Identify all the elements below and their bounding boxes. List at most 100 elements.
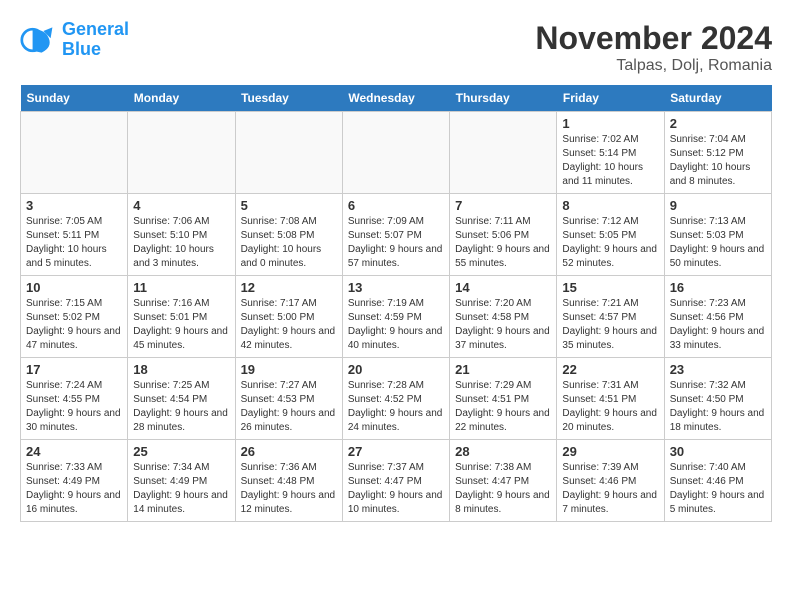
calendar-cell bbox=[342, 112, 449, 194]
day-info: Sunrise: 7:37 AM Sunset: 4:47 PM Dayligh… bbox=[348, 461, 444, 517]
calendar-table: SundayMondayTuesdayWednesdayThursdayFrid… bbox=[20, 85, 772, 522]
calendar-cell: 27 Sunrise: 7:37 AM Sunset: 4:47 PM Dayli… bbox=[342, 440, 449, 522]
title-section: November 2024 Talpas, Dolj, Romania bbox=[535, 20, 772, 75]
day-header-tuesday: Tuesday bbox=[235, 85, 342, 112]
day-info: Sunrise: 7:25 AM Sunset: 4:54 PM Dayligh… bbox=[133, 379, 229, 435]
day-info: Sunrise: 7:21 AM Sunset: 4:57 PM Dayligh… bbox=[562, 297, 658, 353]
month-title: November 2024 bbox=[535, 20, 772, 57]
day-info: Sunrise: 7:39 AM Sunset: 4:46 PM Dayligh… bbox=[562, 461, 658, 517]
calendar-cell: 25Sunrise: 7:34 AM Sunset: 4:49 PM Dayli… bbox=[128, 440, 235, 522]
day-number: 30 bbox=[670, 444, 766, 459]
day-info: Sunrise: 7:20 AM Sunset: 4:58 PM Dayligh… bbox=[455, 297, 551, 353]
logo: General Blue bbox=[20, 20, 129, 60]
day-number: 23 bbox=[670, 362, 766, 377]
logo-line1: General bbox=[62, 19, 129, 39]
day-info: Sunrise: 7:06 AM Sunset: 5:10 PM Dayligh… bbox=[133, 215, 229, 271]
day-info: Sunrise: 7:15 AM Sunset: 5:02 PM Dayligh… bbox=[26, 297, 122, 353]
day-number: 24 bbox=[26, 444, 122, 459]
day-number: 18 bbox=[133, 362, 229, 377]
day-number: 13 bbox=[348, 280, 444, 295]
calendar-week-row: 3 Sunrise: 7:05 AM Sunset: 5:11 PM Daylig… bbox=[21, 194, 772, 276]
logo-text: General Blue bbox=[62, 20, 129, 60]
calendar-cell: 18 Sunrise: 7:25 AM Sunset: 4:54 PM Dayli… bbox=[128, 358, 235, 440]
calendar-cell: 3 Sunrise: 7:05 AM Sunset: 5:11 PM Daylig… bbox=[21, 194, 128, 276]
day-header-wednesday: Wednesday bbox=[342, 85, 449, 112]
day-info: Sunrise: 7:13 AM Sunset: 5:03 PM Dayligh… bbox=[670, 215, 766, 271]
day-info: Sunrise: 7:34 AM Sunset: 4:49 PM Dayligh… bbox=[133, 461, 229, 517]
calendar-cell: 8 Sunrise: 7:12 AM Sunset: 5:05 PM Daylig… bbox=[557, 194, 664, 276]
calendar-cell: 2 Sunrise: 7:04 AM Sunset: 5:12 PM Daylig… bbox=[664, 112, 771, 194]
calendar-cell: 6 Sunrise: 7:09 AM Sunset: 5:07 PM Daylig… bbox=[342, 194, 449, 276]
day-number: 10 bbox=[26, 280, 122, 295]
calendar-cell: 9Sunrise: 7:13 AM Sunset: 5:03 PM Daylig… bbox=[664, 194, 771, 276]
day-number: 6 bbox=[348, 198, 444, 213]
day-number: 22 bbox=[562, 362, 658, 377]
day-info: Sunrise: 7:27 AM Sunset: 4:53 PM Dayligh… bbox=[241, 379, 337, 435]
day-info: Sunrise: 7:36 AM Sunset: 4:48 PM Dayligh… bbox=[241, 461, 337, 517]
calendar-cell bbox=[235, 112, 342, 194]
calendar-cell: 26 Sunrise: 7:36 AM Sunset: 4:48 PM Dayli… bbox=[235, 440, 342, 522]
day-info: Sunrise: 7:38 AM Sunset: 4:47 PM Dayligh… bbox=[455, 461, 551, 517]
calendar-cell: 23Sunrise: 7:32 AM Sunset: 4:50 PM Dayli… bbox=[664, 358, 771, 440]
day-number: 20 bbox=[348, 362, 444, 377]
day-number: 8 bbox=[562, 198, 658, 213]
calendar-cell: 22Sunrise: 7:31 AM Sunset: 4:51 PM Dayli… bbox=[557, 358, 664, 440]
day-number: 21 bbox=[455, 362, 551, 377]
day-info: Sunrise: 7:28 AM Sunset: 4:52 PM Dayligh… bbox=[348, 379, 444, 435]
calendar-cell: 30 Sunrise: 7:40 AM Sunset: 4:46 PM Dayli… bbox=[664, 440, 771, 522]
day-number: 5 bbox=[241, 198, 337, 213]
calendar-cell: 19 Sunrise: 7:27 AM Sunset: 4:53 PM Dayli… bbox=[235, 358, 342, 440]
day-header-sunday: Sunday bbox=[21, 85, 128, 112]
calendar-cell: 5Sunrise: 7:08 AM Sunset: 5:08 PM Daylig… bbox=[235, 194, 342, 276]
day-number: 26 bbox=[241, 444, 337, 459]
calendar-cell: 29 Sunrise: 7:39 AM Sunset: 4:46 PM Dayli… bbox=[557, 440, 664, 522]
calendar-cell bbox=[450, 112, 557, 194]
day-number: 3 bbox=[26, 198, 122, 213]
calendar-cell: 28 Sunrise: 7:38 AM Sunset: 4:47 PM Dayli… bbox=[450, 440, 557, 522]
day-number: 29 bbox=[562, 444, 658, 459]
day-info: Sunrise: 7:02 AM Sunset: 5:14 PM Dayligh… bbox=[562, 133, 658, 189]
day-number: 17 bbox=[26, 362, 122, 377]
logo-line2: Blue bbox=[62, 39, 101, 59]
calendar-cell: 21 Sunrise: 7:29 AM Sunset: 4:51 PM Dayli… bbox=[450, 358, 557, 440]
day-header-thursday: Thursday bbox=[450, 85, 557, 112]
day-number: 19 bbox=[241, 362, 337, 377]
calendar-cell: 11Sunrise: 7:16 AM Sunset: 5:01 PM Dayli… bbox=[128, 276, 235, 358]
calendar-cell: 12 Sunrise: 7:17 AM Sunset: 5:00 PM Dayli… bbox=[235, 276, 342, 358]
day-info: Sunrise: 7:12 AM Sunset: 5:05 PM Dayligh… bbox=[562, 215, 658, 271]
day-info: Sunrise: 7:17 AM Sunset: 5:00 PM Dayligh… bbox=[241, 297, 337, 353]
logo-icon bbox=[20, 22, 56, 58]
calendar-week-row: 10 Sunrise: 7:15 AM Sunset: 5:02 PM Dayli… bbox=[21, 276, 772, 358]
day-info: Sunrise: 7:29 AM Sunset: 4:51 PM Dayligh… bbox=[455, 379, 551, 435]
day-number: 12 bbox=[241, 280, 337, 295]
calendar-header-row: SundayMondayTuesdayWednesdayThursdayFrid… bbox=[21, 85, 772, 112]
calendar-cell bbox=[21, 112, 128, 194]
day-info: Sunrise: 7:24 AM Sunset: 4:55 PM Dayligh… bbox=[26, 379, 122, 435]
location-title: Talpas, Dolj, Romania bbox=[535, 57, 772, 75]
day-info: Sunrise: 7:05 AM Sunset: 5:11 PM Dayligh… bbox=[26, 215, 122, 271]
page-header: General Blue November 2024 Talpas, Dolj,… bbox=[20, 20, 772, 75]
calendar-week-row: 1 Sunrise: 7:02 AM Sunset: 5:14 PM Daylig… bbox=[21, 112, 772, 194]
calendar-cell: 17 Sunrise: 7:24 AM Sunset: 4:55 PM Dayli… bbox=[21, 358, 128, 440]
day-number: 14 bbox=[455, 280, 551, 295]
day-number: 7 bbox=[455, 198, 551, 213]
calendar-cell: 13Sunrise: 7:19 AM Sunset: 4:59 PM Dayli… bbox=[342, 276, 449, 358]
calendar-week-row: 24Sunrise: 7:33 AM Sunset: 4:49 PM Dayli… bbox=[21, 440, 772, 522]
day-info: Sunrise: 7:40 AM Sunset: 4:46 PM Dayligh… bbox=[670, 461, 766, 517]
day-info: Sunrise: 7:16 AM Sunset: 5:01 PM Dayligh… bbox=[133, 297, 229, 353]
calendar-cell: 7 Sunrise: 7:11 AM Sunset: 5:06 PM Daylig… bbox=[450, 194, 557, 276]
day-number: 2 bbox=[670, 116, 766, 131]
day-info: Sunrise: 7:04 AM Sunset: 5:12 PM Dayligh… bbox=[670, 133, 766, 189]
day-header-monday: Monday bbox=[128, 85, 235, 112]
calendar-cell: 10 Sunrise: 7:15 AM Sunset: 5:02 PM Dayli… bbox=[21, 276, 128, 358]
day-number: 27 bbox=[348, 444, 444, 459]
day-number: 28 bbox=[455, 444, 551, 459]
day-info: Sunrise: 7:11 AM Sunset: 5:06 PM Dayligh… bbox=[455, 215, 551, 271]
day-info: Sunrise: 7:09 AM Sunset: 5:07 PM Dayligh… bbox=[348, 215, 444, 271]
calendar-cell: 15Sunrise: 7:21 AM Sunset: 4:57 PM Dayli… bbox=[557, 276, 664, 358]
calendar-cell: 24Sunrise: 7:33 AM Sunset: 4:49 PM Dayli… bbox=[21, 440, 128, 522]
day-number: 4 bbox=[133, 198, 229, 213]
calendar-cell: 16Sunrise: 7:23 AM Sunset: 4:56 PM Dayli… bbox=[664, 276, 771, 358]
calendar-cell: 1 Sunrise: 7:02 AM Sunset: 5:14 PM Daylig… bbox=[557, 112, 664, 194]
day-number: 1 bbox=[562, 116, 658, 131]
